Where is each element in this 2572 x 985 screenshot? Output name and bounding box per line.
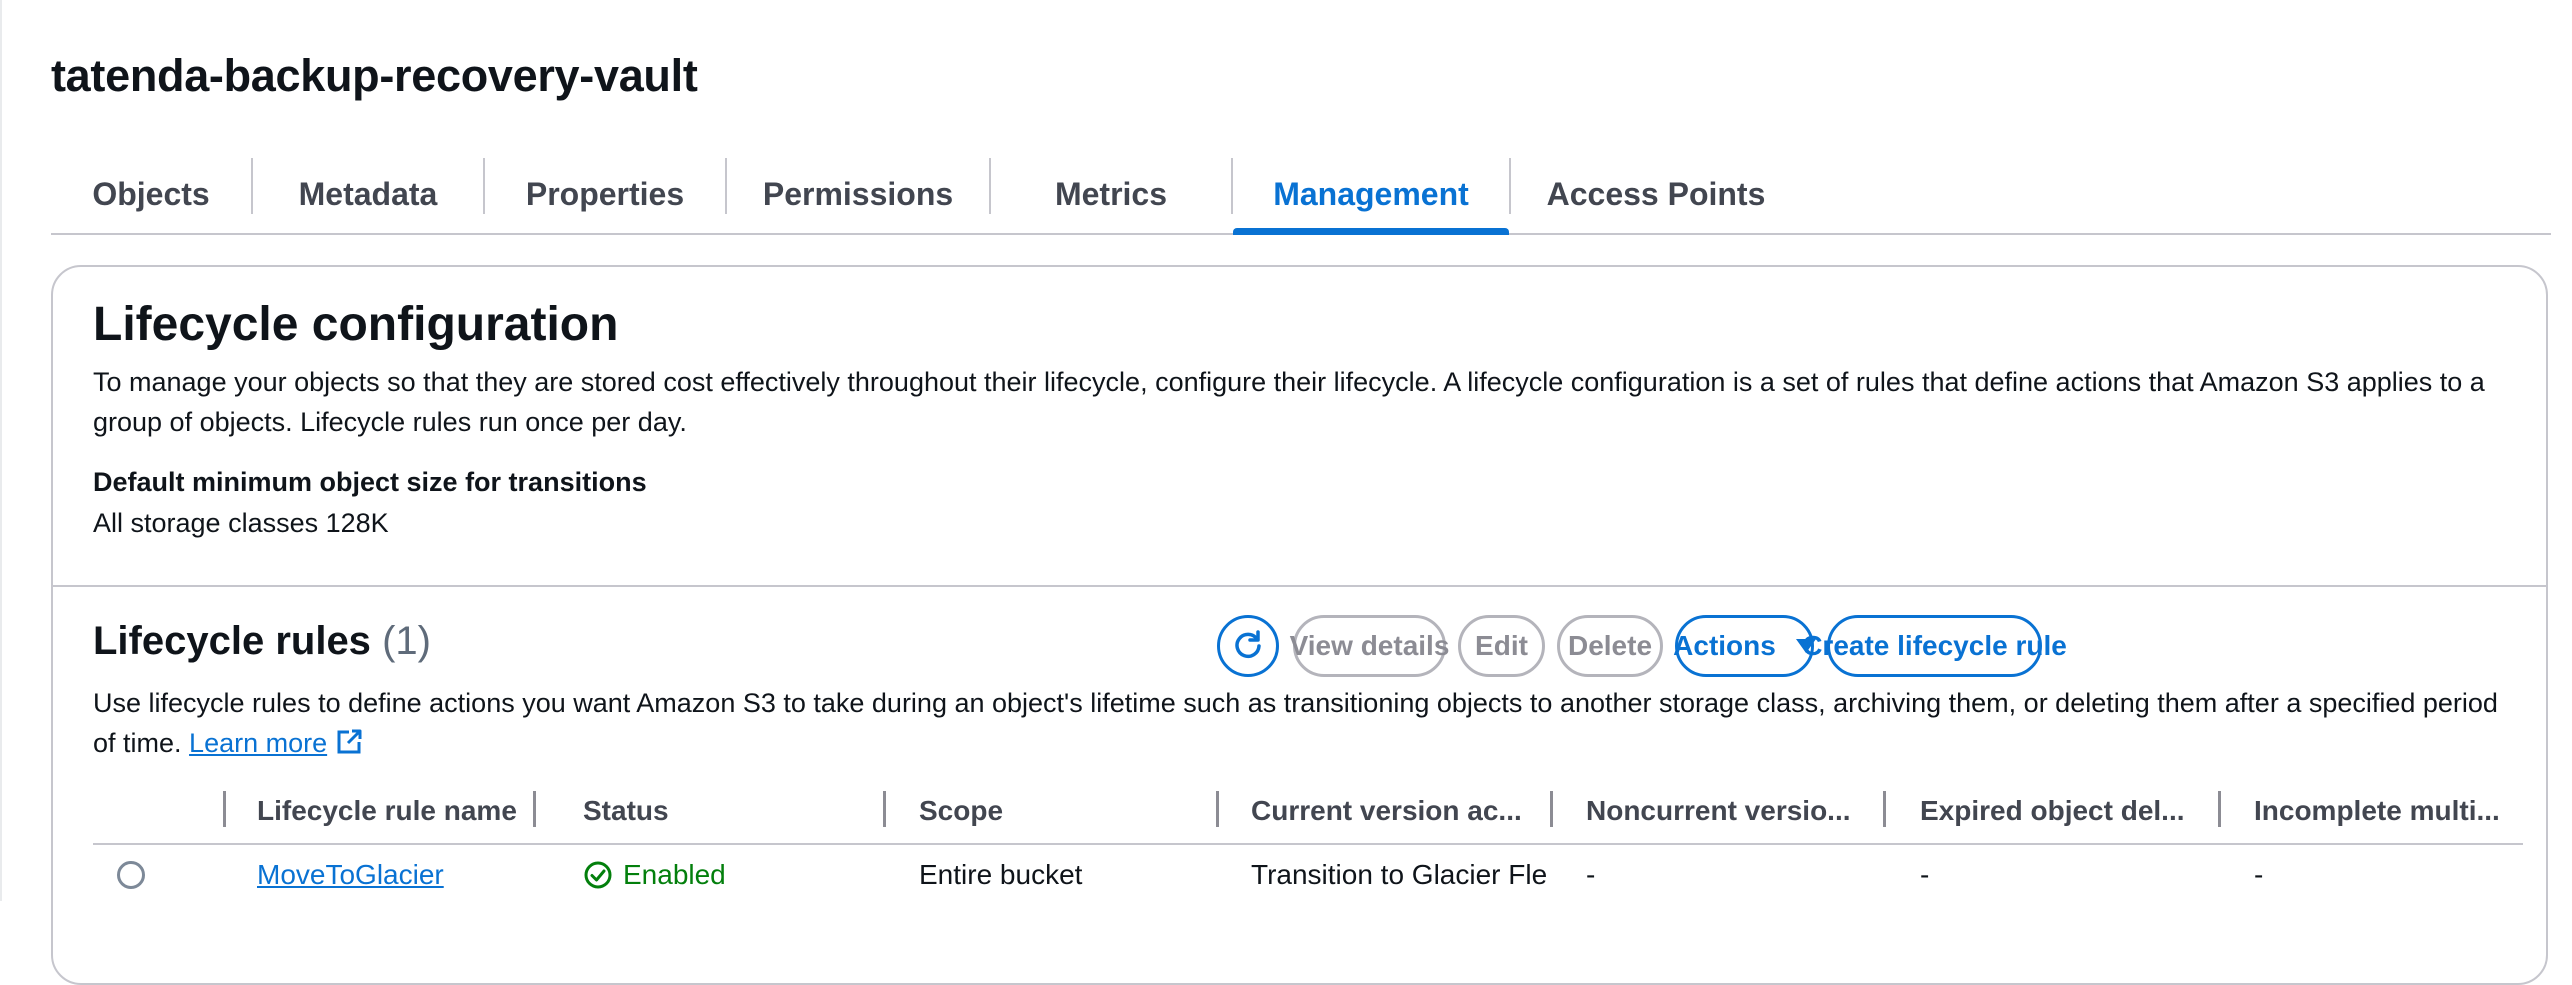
- actions-button-label: Actions: [1673, 630, 1776, 661]
- lifecycle-configuration-description: To manage your objects so that they are …: [93, 367, 2485, 437]
- column-header-current-version[interactable]: Current version ac...: [1251, 779, 1522, 843]
- check-circle-icon: [584, 861, 612, 889]
- column-divider: [2218, 791, 2221, 827]
- lifecycle-rules-heading: Lifecycle rules (1): [93, 619, 431, 664]
- column-header-expired-object[interactable]: Expired object del...: [1920, 779, 2185, 843]
- column-divider: [883, 791, 886, 827]
- tab-metrics[interactable]: Metrics: [991, 155, 1231, 233]
- left-edge-divider: [0, 0, 2, 901]
- rules-table-header: Lifecycle rule name Status Scope Current…: [93, 779, 2523, 845]
- rule-name-link[interactable]: MoveToGlacier: [257, 845, 444, 905]
- column-divider: [533, 791, 536, 827]
- column-header-status[interactable]: Status: [583, 779, 669, 843]
- tab-access-points[interactable]: Access Points: [1511, 155, 1801, 233]
- table-row: MoveToGlacier Enabled Entire bucket Tran…: [93, 845, 2523, 915]
- learn-more-link[interactable]: Learn more: [189, 728, 327, 758]
- expired-object-cell: -: [1920, 859, 1930, 890]
- column-divider: [1550, 791, 1553, 827]
- lifecycle-rules-title: Lifecycle rules: [93, 619, 371, 663]
- lifecycle-card: Lifecycle configuration To manage your o…: [51, 265, 2548, 985]
- row-select-radio[interactable]: [117, 861, 145, 889]
- tab-metadata[interactable]: Metadata: [253, 155, 483, 233]
- scope-cell: Entire bucket: [919, 859, 1083, 890]
- min-object-size-value: All storage classes 128K: [93, 508, 389, 538]
- column-divider: [1216, 791, 1219, 827]
- column-header-incomplete-multipart[interactable]: Incomplete multi...: [2254, 779, 2500, 843]
- noncurrent-version-cell: -: [1586, 859, 1596, 890]
- external-link-icon: [337, 729, 362, 754]
- refresh-icon: [1235, 630, 1261, 659]
- rules-description-text: Use lifecycle rules to define actions yo…: [93, 688, 2498, 758]
- status-cell: Enabled: [583, 845, 726, 905]
- column-divider: [223, 791, 226, 827]
- lifecycle-rules-description: Use lifecycle rules to define actions yo…: [93, 683, 2523, 763]
- section-divider: [53, 585, 2546, 587]
- tab-management[interactable]: Management: [1233, 155, 1509, 235]
- edit-button[interactable]: Edit: [1458, 615, 1545, 677]
- column-divider: [1883, 791, 1886, 827]
- actions-dropdown-button[interactable]: Actions: [1673, 615, 1816, 677]
- min-object-size-label: Default minimum object size for transiti…: [93, 467, 647, 497]
- tab-properties[interactable]: Properties: [485, 155, 725, 233]
- current-version-cell: Transition to Glacier Fle: [1251, 859, 1548, 890]
- column-header-noncurrent-version[interactable]: Noncurrent versio...: [1586, 779, 1851, 843]
- tab-permissions[interactable]: Permissions: [727, 155, 989, 233]
- column-header-name[interactable]: Lifecycle rule name: [257, 779, 517, 843]
- view-details-button[interactable]: View details: [1290, 615, 1449, 677]
- create-lifecycle-rule-button[interactable]: Create lifecycle rule: [1802, 615, 2067, 677]
- lifecycle-rules-count: (1): [382, 619, 431, 663]
- tab-bar: Objects Metadata Properties Permissions …: [51, 155, 2551, 235]
- incomplete-multipart-cell: -: [2254, 859, 2264, 890]
- lifecycle-configuration-heading: Lifecycle configuration: [93, 298, 619, 351]
- page-title: tatenda-backup-recovery-vault: [51, 50, 698, 101]
- column-header-scope[interactable]: Scope: [919, 779, 1003, 843]
- status-text: Enabled: [623, 859, 726, 890]
- tab-objects[interactable]: Objects: [51, 155, 251, 233]
- refresh-button[interactable]: [1217, 615, 1279, 677]
- delete-button[interactable]: Delete: [1557, 615, 1663, 677]
